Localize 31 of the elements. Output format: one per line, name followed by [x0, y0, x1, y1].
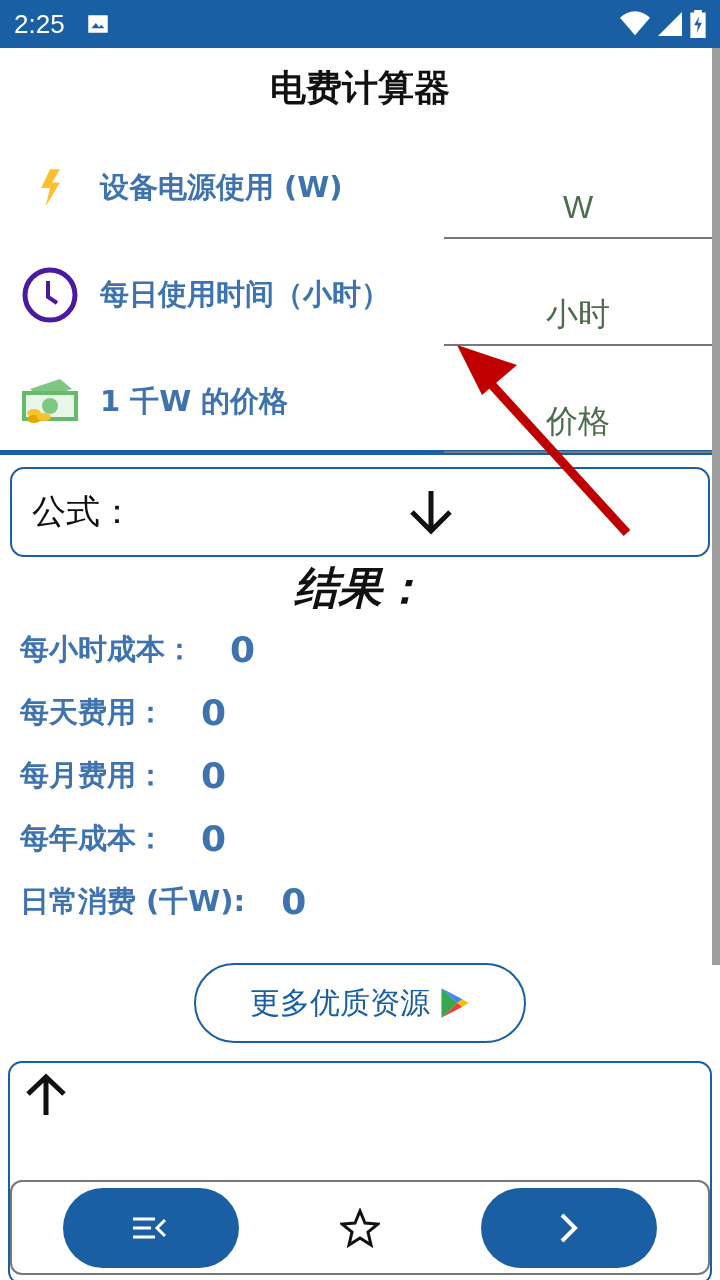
result-value: 0 [230, 629, 256, 670]
wifi-icon [620, 11, 650, 37]
app-title: 电费计算器 [269, 66, 451, 110]
status-time: 2:25 [14, 8, 65, 40]
result-label: 每天费用： [20, 693, 165, 731]
battery-icon [690, 10, 706, 38]
result-value: 0 [201, 692, 227, 733]
result-value: 0 [281, 881, 307, 922]
clock-icon [22, 266, 78, 323]
menu-icon [132, 1215, 169, 1240]
input-field[interactable]: 小时 [444, 285, 712, 346]
field-label: 1 千W 的价格 [100, 382, 290, 420]
results-title: 结果： [293, 561, 427, 615]
result-label: 每小时成本： [20, 630, 194, 668]
up-arrow-icon [24, 1073, 68, 1117]
result-label: 日常消费 (千W): [20, 882, 246, 920]
result-value: 0 [201, 755, 227, 796]
formula-label: 公式： [31, 490, 134, 533]
field-label: 设备电源使用 (W) [100, 168, 344, 206]
chevron-right-icon [559, 1211, 580, 1244]
result-label: 每年成本： [20, 819, 165, 857]
star-icon[interactable] [340, 1207, 380, 1248]
result-label: 每月费用： [20, 756, 165, 794]
scrollbar[interactable] [712, 48, 720, 965]
more-resources-button[interactable]: 更多优质资源 [194, 963, 526, 1043]
field-label: 每日使用时间（小时） [100, 275, 391, 313]
input-field[interactable]: W [444, 178, 712, 239]
result-value: 0 [201, 818, 227, 859]
play-store-icon [440, 987, 470, 1019]
signal-icon [658, 11, 682, 37]
formula-box[interactable]: 公式： [10, 467, 710, 557]
